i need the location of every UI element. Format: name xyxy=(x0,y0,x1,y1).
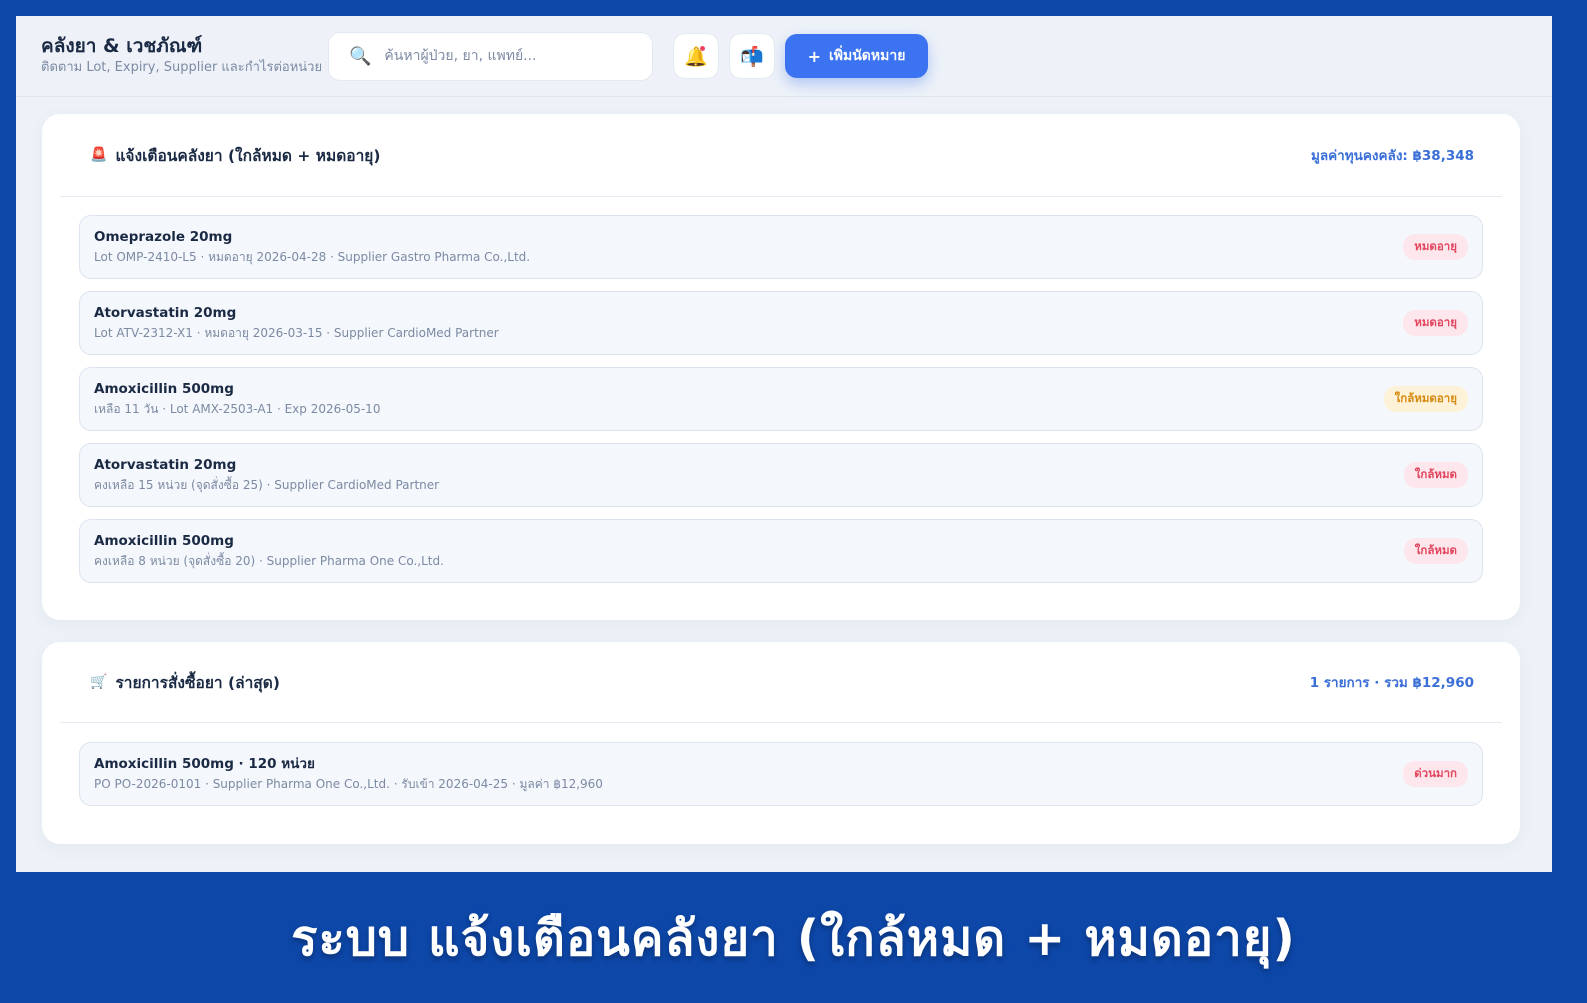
page-subtitle: ติดตาม Lot, Expiry, Supplier และกำไรต่อห… xyxy=(41,60,323,75)
alerts-list: Omeprazole 20mg Lot OMP-2410-L5 · หมดอาย… xyxy=(42,197,1520,583)
siren-icon: 🚨 xyxy=(90,147,108,163)
search-box[interactable]: 🔍 xyxy=(328,31,653,81)
status-badge: ใกล้หมด xyxy=(1403,462,1468,488)
item-name: Amoxicillin 500mg · 120 หน่วย xyxy=(94,756,315,772)
alerts-title-wrap: 🚨 แจ้งเตือนคลังยา (ใกล้หมด + หมดอายุ) xyxy=(90,143,380,168)
status-badge: ด่วนมาก xyxy=(1403,761,1468,787)
item-name: Atorvastatin 20mg xyxy=(94,305,237,321)
inventory-value: มูลค่าทุนคงคลัง: ฿38,348 xyxy=(1310,148,1474,164)
item-detail: คงเหลือ 8 หน่วย (จุดสั่งซื้อ 20) · Suppl… xyxy=(94,554,444,568)
item-name: Omeprazole 20mg xyxy=(94,229,233,245)
item-name: Atorvastatin 20mg xyxy=(94,457,237,473)
app-window: คลังยา & เวชภัณฑ์ ติดตาม Lot, Expiry, Su… xyxy=(16,16,1552,872)
messages-button[interactable]: 📬 xyxy=(729,33,775,79)
brand: คลังยา & เวชภัณฑ์ ติดตาม Lot, Expiry, Su… xyxy=(41,34,328,78)
orders-card-header: 🛒 รายการสั่งซื้อยา (ล่าสุด) 1 รายการ · ร… xyxy=(60,642,1502,723)
alerts-card-header: 🚨 แจ้งเตือนคลังยา (ใกล้หมด + หมดอายุ) มู… xyxy=(60,114,1502,197)
purchase-orders-card: 🛒 รายการสั่งซื้อยา (ล่าสุด) 1 รายการ · ร… xyxy=(42,642,1520,844)
list-item[interactable]: Atorvastatin 20mg Lot ATV-2312-X1 · หมดอ… xyxy=(79,291,1483,355)
orders-title-wrap: 🛒 รายการสั่งซื้อยา (ล่าสุด) xyxy=(90,670,280,695)
status-badge: ใกล้หมดอายุ xyxy=(1383,386,1468,412)
list-item[interactable]: Amoxicillin 500mg คงเหลือ 8 หน่วย (จุดสั… xyxy=(79,519,1483,583)
list-item[interactable]: Amoxicillin 500mg · 120 หน่วย PO PO-2026… xyxy=(79,742,1483,806)
alerts-title: แจ้งเตือนคลังยา (ใกล้หมด + หมดอายุ) xyxy=(115,146,381,165)
mailbox-icon: 📬 xyxy=(740,45,764,68)
search-input[interactable] xyxy=(384,48,645,64)
inventory-alerts-card: 🚨 แจ้งเตือนคลังยา (ใกล้หมด + หมดอายุ) มู… xyxy=(42,114,1520,620)
cart-icon: 🛒 xyxy=(90,674,108,690)
add-appointment-button[interactable]: + เพิ่มนัดหมาย xyxy=(785,34,928,78)
notifications-button[interactable]: 🔔 xyxy=(673,33,719,79)
item-name: Amoxicillin 500mg xyxy=(94,533,234,549)
status-badge: หมดอายุ xyxy=(1403,234,1468,260)
page-title: คลังยา & เวชภัณฑ์ xyxy=(41,35,203,57)
search-icon: 🔍 xyxy=(349,45,372,67)
item-name: Amoxicillin 500mg xyxy=(94,381,234,397)
status-badge: หมดอายุ xyxy=(1403,310,1468,336)
add-appointment-label: เพิ่มนัดหมาย xyxy=(828,48,906,64)
item-detail: Lot ATV-2312-X1 · หมดอายุ 2026-03-15 · S… xyxy=(94,326,499,340)
plus-icon: + xyxy=(807,46,821,66)
status-badge: ใกล้หมด xyxy=(1403,538,1468,564)
item-detail: PO PO-2026-0101 · Supplier Pharma One Co… xyxy=(94,777,603,791)
caption-banner: ระบบ แจ้งเตือนคลังยา (ใกล้หมด + หมดอายุ) xyxy=(291,909,1296,967)
orders-summary: 1 รายการ · รวม ฿12,960 xyxy=(1309,675,1474,691)
list-item[interactable]: Amoxicillin 500mg เหลือ 11 วัน · Lot AMX… xyxy=(79,367,1483,431)
item-detail: Lot OMP-2410-L5 · หมดอายุ 2026-04-28 · S… xyxy=(94,250,531,264)
list-item[interactable]: Omeprazole 20mg Lot OMP-2410-L5 · หมดอาย… xyxy=(79,215,1483,279)
top-bar: คลังยา & เวชภัณฑ์ ติดตาม Lot, Expiry, Su… xyxy=(16,16,1552,97)
orders-title: รายการสั่งซื้อยา (ล่าสุด) xyxy=(115,673,280,692)
orders-list: Amoxicillin 500mg · 120 หน่วย PO PO-2026… xyxy=(42,723,1520,806)
item-detail: คงเหลือ 15 หน่วย (จุดสั่งซื้อ 25) · Supp… xyxy=(94,478,440,492)
item-detail: เหลือ 11 วัน · Lot AMX-2503-A1 · Exp 202… xyxy=(94,402,381,416)
notification-dot xyxy=(700,46,705,51)
list-item[interactable]: Atorvastatin 20mg คงเหลือ 15 หน่วย (จุดส… xyxy=(79,443,1483,507)
